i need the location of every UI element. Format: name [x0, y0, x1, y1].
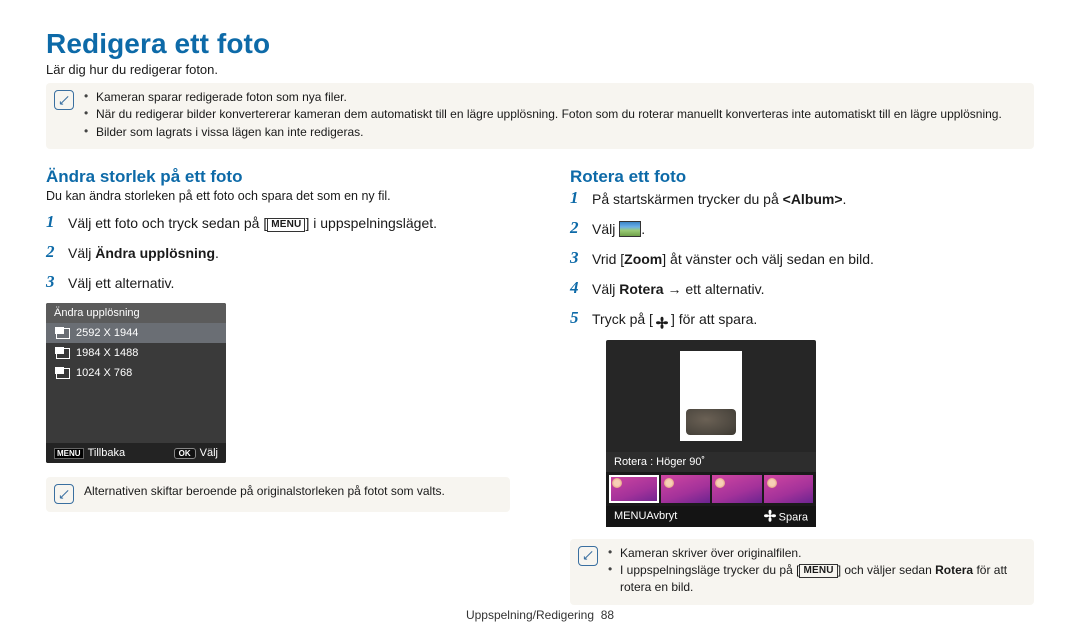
res-back-label[interactable]: Tillbaka — [88, 447, 126, 459]
heading-resize: Ändra storlek på ett foto — [46, 167, 510, 187]
rotate-step-2: 2 Välj . — [570, 219, 1034, 240]
step-bold: <Album> — [783, 191, 843, 207]
page-intro: Lär dig hur du redigerar foton. — [46, 62, 1034, 77]
top-note-box: Kameran sparar redigerade foton som nya … — [46, 83, 1034, 149]
res-item-label: 1984 X 1488 — [76, 347, 138, 359]
step-bold: Ändra upplösning — [95, 245, 215, 261]
rotate-step-1: 1 På startskärmen trycker du på <Album>. — [570, 189, 1034, 210]
step-number: 2 — [570, 219, 584, 238]
res-size-icon — [56, 348, 70, 359]
step-text: . — [843, 191, 847, 207]
step-text: Välj — [68, 245, 95, 261]
res-item[interactable]: 1024 X 768 — [46, 363, 226, 383]
res-select-label[interactable]: Välj — [200, 447, 218, 459]
res-header: Ändra upplösning — [46, 303, 226, 323]
step-number: 1 — [570, 189, 584, 208]
resize-step-1: 1 Välj ett foto och tryck sedan på [MENU… — [46, 213, 510, 234]
flower-icon — [761, 509, 779, 521]
flower-icon — [653, 314, 671, 326]
res-item-label: 1024 X 768 — [76, 367, 132, 379]
rp-label: Rotera : Höger 90˚ — [606, 452, 816, 472]
step-text: → ett alternativ. — [664, 281, 765, 297]
resize-note-text: Alternativen skiftar beroende på origina… — [84, 483, 445, 504]
rotate-note-item: Kameran skriver över originalfilen. — [608, 545, 1024, 562]
heading-rotate: Rotera ett foto — [570, 167, 1034, 187]
resolution-menu-ui: Ändra upplösning 2592 X 1944 1984 X 1488… — [46, 303, 226, 463]
step-number: 4 — [570, 279, 584, 298]
resize-sub: Du kan ändra storleken på ett foto och s… — [46, 189, 510, 203]
step-bold: Zoom — [624, 251, 662, 267]
step-text: Välj — [592, 281, 619, 297]
rotate-step-5: 5 Tryck på [ ] för att spara. — [570, 309, 1034, 330]
step-text: Vrid [ — [592, 251, 624, 267]
footer-section: Uppspelning/Redigering — [466, 608, 594, 622]
step-number: 5 — [570, 309, 584, 328]
step-number: 2 — [46, 243, 60, 262]
step-text: ] i uppspelningsläget. — [305, 215, 437, 231]
top-note-item: Bilder som lagrats i vissa lägen kan int… — [84, 124, 1002, 141]
page-footer: Uppspelning/Redigering 88 — [0, 608, 1080, 622]
rp-save-label[interactable]: Spara — [779, 512, 808, 524]
rp-footer: MENUAvbryt Spara — [606, 506, 816, 527]
step-text: ] för att spara. — [671, 311, 757, 327]
note-icon — [54, 90, 74, 110]
rp-back-label[interactable]: Avbryt — [646, 510, 677, 522]
top-note-item: När du redigerar bilder konvertererar ka… — [84, 106, 1002, 123]
step-text: . — [215, 245, 219, 261]
note-icon — [54, 484, 74, 504]
step-text: Välj ett foto och tryck sedan på [ — [68, 215, 267, 231]
step-text: ] åt vänster och välj sedan en bild. — [662, 251, 874, 267]
rp-photo-frame — [680, 351, 742, 441]
step-text: Välj ett alternativ. — [68, 273, 174, 294]
step-number: 3 — [46, 273, 60, 292]
rp-thumb[interactable] — [764, 475, 814, 503]
rotate-preview-ui: Rotera : Höger 90˚ MENUAvbryt Spara — [606, 340, 816, 527]
res-size-icon — [56, 328, 70, 339]
resize-note-box: Alternativen skiftar beroende på origina… — [46, 477, 510, 512]
menu-icon: MENU — [267, 218, 305, 232]
note-icon — [578, 546, 598, 566]
top-note-item: Kameran sparar redigerade foton som nya … — [84, 89, 1002, 106]
rotate-note-box: Kameran skriver över originalfilen. I up… — [570, 539, 1034, 605]
res-footer: MENU Tillbaka OK Välj — [46, 443, 226, 463]
rotate-note-list: Kameran skriver över originalfilen. I up… — [608, 545, 1024, 597]
rp-thumb[interactable] — [712, 475, 762, 503]
res-item[interactable]: 2592 X 1944 — [46, 323, 226, 343]
res-item[interactable]: 1984 X 1488 — [46, 343, 226, 363]
step-text: Välj — [592, 221, 619, 237]
step-text: Tryck på [ — [592, 311, 653, 327]
step-text: På startskärmen trycker du på — [592, 191, 783, 207]
menu-tag: MENU — [54, 448, 84, 459]
rp-thumb[interactable] — [609, 475, 659, 503]
resize-step-3: 3 Välj ett alternativ. — [46, 273, 510, 294]
step-number: 1 — [46, 213, 60, 232]
menu-icon: MENU — [799, 564, 837, 578]
col-rotate: Rotera ett foto 1 På startskärmen trycke… — [570, 167, 1034, 623]
step-bold: Rotera — [619, 281, 663, 297]
rotate-step-4: 4 Välj Rotera → ett alternativ. — [570, 279, 1034, 300]
res-size-icon — [56, 368, 70, 379]
rp-thumb-strip — [606, 472, 816, 506]
step-number: 3 — [570, 249, 584, 268]
ok-tag: OK — [174, 448, 196, 459]
res-item-label: 2592 X 1944 — [76, 327, 138, 339]
rotate-step-3: 3 Vrid [Zoom] åt vänster och välj sedan … — [570, 249, 1034, 270]
resize-step-2: 2 Välj Ändra upplösning. — [46, 243, 510, 264]
page-title: Redigera ett foto — [46, 28, 1034, 60]
footer-page-number: 88 — [601, 608, 614, 622]
top-note-list: Kameran sparar redigerade foton som nya … — [84, 89, 1002, 141]
rp-thumb[interactable] — [661, 475, 711, 503]
rp-canvas — [606, 340, 816, 452]
col-resize: Ändra storlek på ett foto Du kan ändra s… — [46, 167, 510, 623]
menu-tag: MENU — [614, 510, 646, 522]
album-thumb-icon — [619, 221, 641, 237]
rotate-note-item: I uppspelningsläge trycker du på [MENU] … — [608, 562, 1024, 597]
